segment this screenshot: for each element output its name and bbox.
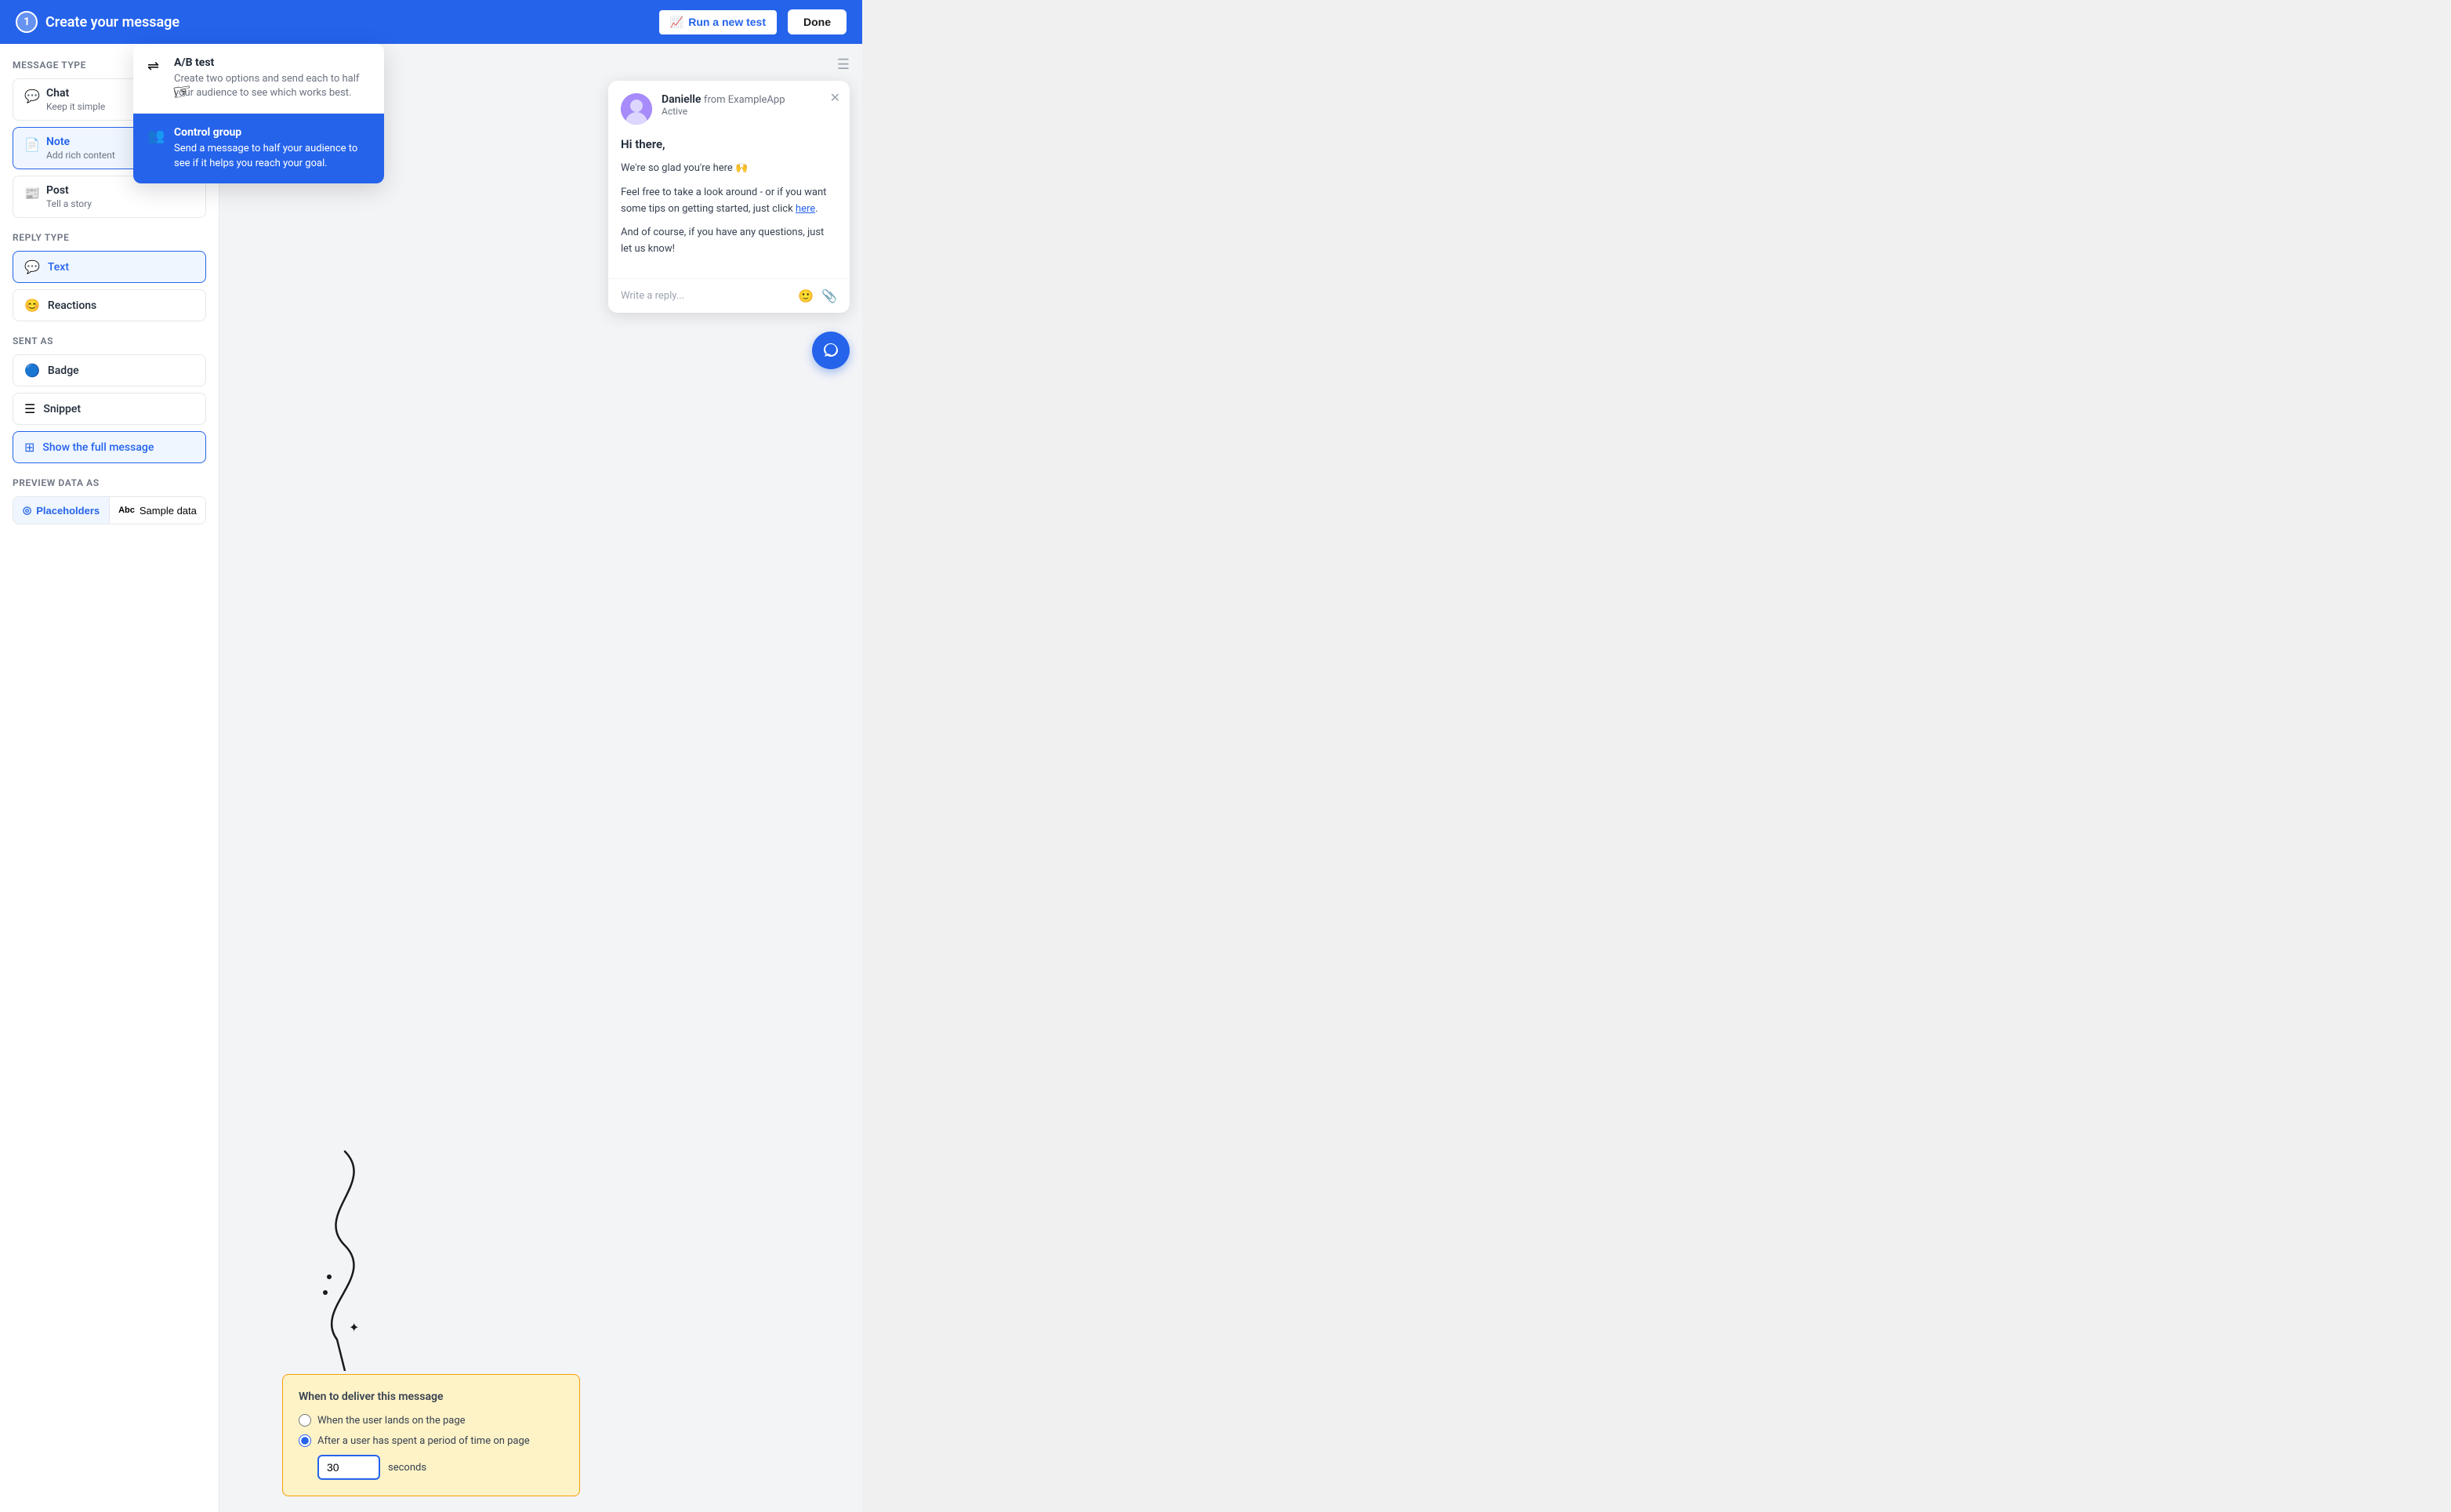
- sidebar: Message type 💬 Chat Keep it simple 📄 Not…: [0, 44, 219, 1512]
- menu-icon: ☰: [837, 56, 850, 73]
- dropdown-menu: ⇌ A/B test Create two options and send e…: [133, 44, 384, 183]
- chat-subtitle: Keep it simple: [46, 101, 105, 112]
- reply-placeholder[interactable]: Write a reply...: [621, 290, 684, 302]
- sample-data-toggle[interactable]: Abc Sample data: [110, 497, 205, 524]
- full-message-icon: ⊞: [24, 440, 34, 455]
- deliver-panel: When to deliver this message When the us…: [282, 1374, 580, 1496]
- reply-type-label: Reply type: [13, 232, 206, 243]
- badge-icon: 🔵: [24, 363, 40, 378]
- emoji-icon[interactable]: 🙂: [798, 288, 814, 303]
- sent-as-badge[interactable]: 🔵 Badge: [13, 354, 206, 386]
- chat-link[interactable]: here: [796, 203, 815, 215]
- seconds-label: seconds: [388, 1462, 426, 1474]
- after-time-radio[interactable]: [299, 1434, 311, 1447]
- dropdown-ab-test[interactable]: ⇌ A/B test Create two options and send e…: [133, 44, 384, 113]
- placeholders-toggle[interactable]: ◎ Placeholders: [13, 497, 109, 524]
- preview-label: Preview data as: [13, 477, 206, 488]
- snippet-label: Snippet: [43, 403, 81, 415]
- header-left: 1 Create your message: [16, 11, 179, 33]
- main-content: Message type 💬 Chat Keep it simple 📄 Not…: [0, 44, 862, 1512]
- badge-label: Badge: [48, 364, 79, 377]
- note-title: Note: [46, 136, 115, 148]
- chat-greeting: Hi there,: [621, 137, 837, 151]
- post-icon: 📰: [24, 186, 38, 200]
- reply-type-reactions[interactable]: 😊 Reactions: [13, 289, 206, 321]
- page-title: Create your message: [45, 14, 179, 31]
- chat-title: Chat: [46, 87, 105, 100]
- reactions-label: Reactions: [48, 299, 96, 312]
- deliver-title: When to deliver this message: [299, 1391, 564, 1403]
- text-reply-label: Text: [48, 261, 69, 274]
- chat-action-icons: 🙂 📎: [798, 288, 837, 303]
- run-test-button[interactable]: 📈 Run a new test: [658, 9, 778, 36]
- step-badge: 1: [16, 11, 38, 33]
- app-header: 1 Create your message 📈 Run a new test D…: [0, 0, 862, 44]
- on-page-load-radio[interactable]: [299, 1414, 311, 1427]
- text-reply-icon: 💬: [24, 259, 40, 274]
- chat-fab-button[interactable]: [812, 332, 850, 369]
- chat-message-3: And of course, if you have any questions…: [621, 225, 837, 258]
- on-page-load-option[interactable]: When the user lands on the page: [299, 1414, 564, 1427]
- toolbar: ☰: [608, 56, 850, 73]
- preview-toggle: ◎ Placeholders Abc Sample data: [13, 496, 206, 524]
- after-time-option[interactable]: After a user has spent a period of time …: [299, 1434, 564, 1447]
- squiggle-decoration: ✦: [266, 1136, 423, 1371]
- attachment-icon[interactable]: 📎: [821, 288, 837, 303]
- chat-message-1: We're so glad you're here 🙌: [621, 161, 837, 177]
- ab-test-icon: ⇌: [147, 58, 165, 75]
- note-icon: 📄: [24, 137, 38, 151]
- sent-as-label: Sent as: [13, 335, 206, 346]
- note-subtitle: Add rich content: [46, 150, 115, 161]
- chat-icon: 💬: [24, 89, 38, 103]
- seconds-row: seconds: [317, 1455, 564, 1480]
- avatar: [621, 93, 652, 125]
- right-panel: ☰ Danielle from ExampleApp: [596, 44, 862, 1512]
- chat-header: Danielle from ExampleApp Active ✕: [608, 81, 850, 137]
- sent-as-snippet[interactable]: ☰ Snippet: [13, 393, 206, 425]
- chat-footer: Write a reply... 🙂 📎: [608, 278, 850, 313]
- control-group-desc: Send a message to half your audience to …: [174, 142, 370, 170]
- seconds-input[interactable]: [317, 1455, 380, 1480]
- reactions-icon: 😊: [24, 298, 40, 313]
- chat-message-2: Feel free to take a look around - or if …: [621, 185, 837, 218]
- close-icon[interactable]: ✕: [830, 90, 840, 105]
- sender-app: from ExampleApp: [704, 94, 785, 106]
- svg-text:✦: ✦: [349, 1320, 359, 1335]
- chat-widget: Danielle from ExampleApp Active ✕ Hi the…: [608, 81, 850, 313]
- chart-icon: 📈: [670, 16, 683, 29]
- done-button[interactable]: Done: [788, 9, 847, 34]
- sender-status: Active: [662, 106, 785, 117]
- center-panel: ✦ When to deliver this message When the …: [219, 44, 596, 1512]
- reply-type-text[interactable]: 💬 Text: [13, 251, 206, 283]
- chat-body: Hi there, We're so glad you're here 🙌 Fe…: [608, 137, 850, 278]
- post-subtitle: Tell a story: [46, 198, 92, 209]
- chat-fab-icon: [822, 342, 839, 359]
- control-group-title: Control group: [174, 126, 370, 139]
- post-title: Post: [46, 184, 92, 197]
- ab-test-desc: Create two options and send each to half…: [174, 72, 370, 100]
- ab-test-title: A/B test: [174, 56, 370, 69]
- drawing-area: ✦: [219, 44, 596, 1512]
- control-group-icon: 👥: [147, 128, 165, 145]
- dropdown-control-group[interactable]: 👥 Control group Send a message to half y…: [133, 114, 384, 183]
- snippet-icon: ☰: [24, 401, 35, 416]
- abc-icon: Abc: [118, 506, 135, 515]
- sender-name: Danielle from ExampleApp: [662, 93, 785, 106]
- placeholder-icon: ◎: [23, 504, 31, 517]
- sent-as-full-message[interactable]: ⊞ Show the full message: [13, 431, 206, 463]
- full-message-label: Show the full message: [42, 441, 154, 454]
